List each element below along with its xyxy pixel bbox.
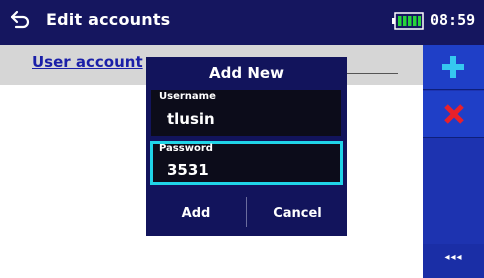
- username-label: Username: [159, 91, 216, 102]
- delete-account-button[interactable]: [423, 91, 484, 138]
- add-account-button[interactable]: [423, 45, 484, 90]
- add-new-dialog: Add New Username tlusin Password 3531 Ad…: [146, 57, 347, 236]
- username-value: tlusin: [167, 110, 215, 128]
- plus-icon: [442, 56, 464, 78]
- more-options-button[interactable]: ◂◂◂: [423, 244, 484, 278]
- page-title: Edit accounts: [46, 10, 171, 29]
- button-separator: [246, 197, 247, 227]
- more-icon: ◂◂◂: [444, 252, 463, 263]
- back-icon[interactable]: [8, 7, 32, 31]
- dialog-title: Add New: [209, 64, 284, 82]
- cancel-button[interactable]: Cancel: [248, 195, 347, 231]
- password-field[interactable]: Password 3531: [150, 141, 343, 185]
- add-button[interactable]: Add: [146, 195, 246, 231]
- battery-icon: [392, 12, 424, 30]
- title-bar: Edit accounts 08:59: [0, 0, 484, 45]
- username-field[interactable]: Username tlusin: [151, 90, 341, 136]
- password-value: 3531: [167, 161, 209, 179]
- password-label: Password: [159, 143, 213, 154]
- clock: 08:59: [430, 11, 476, 29]
- user-account-link[interactable]: User account: [32, 53, 143, 71]
- side-toolbar: ◂◂◂: [423, 45, 484, 278]
- x-icon: [444, 104, 464, 124]
